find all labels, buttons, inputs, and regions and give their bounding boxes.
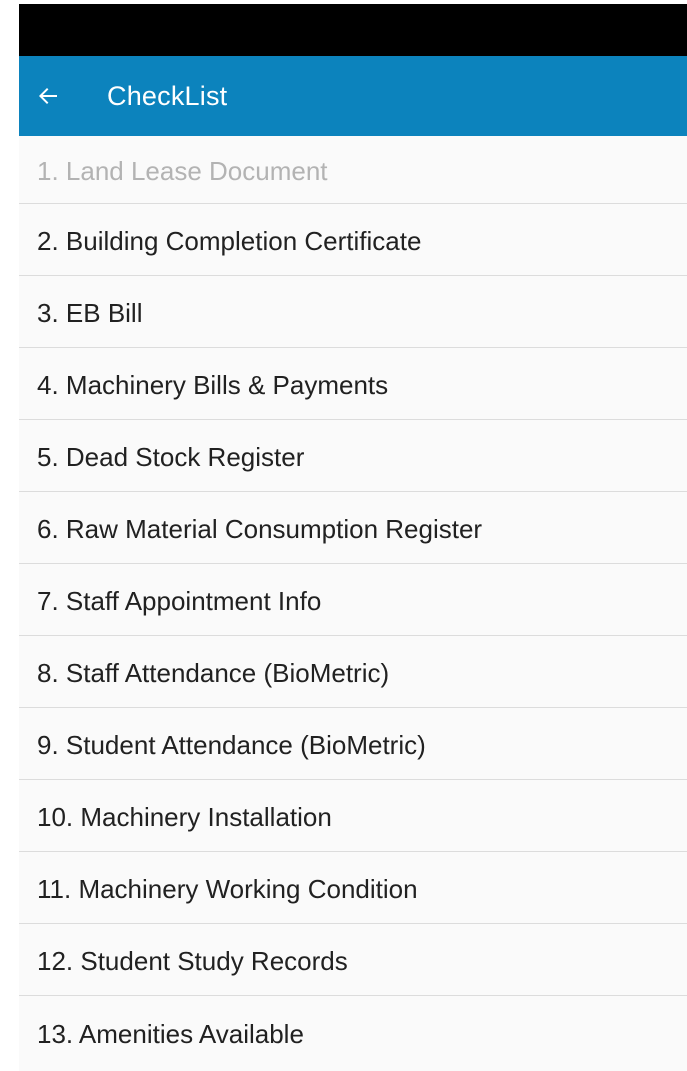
- list-item: 1. Land Lease Document: [19, 136, 687, 204]
- list-item[interactable]: 12. Student Study Records: [19, 924, 687, 996]
- list-item[interactable]: 2. Building Completion Certificate: [19, 204, 687, 276]
- list-item-label: 6. Raw Material Consumption Register: [37, 514, 483, 544]
- list-item[interactable]: 9. Student Attendance (BioMetric): [19, 708, 687, 780]
- list-item-label: 7. Staff Appointment Info: [37, 586, 322, 616]
- checklist: 1. Land Lease Document 2. Building Compl…: [19, 136, 687, 1068]
- app-bar: CheckList: [19, 56, 687, 136]
- list-item[interactable]: 7. Staff Appointment Info: [19, 564, 687, 636]
- list-item[interactable]: 10. Machinery Installation: [19, 780, 687, 852]
- list-item-label: 4. Machinery Bills & Payments: [37, 370, 389, 400]
- page-title: CheckList: [107, 80, 228, 111]
- list-item-label: 10. Machinery Installation: [37, 802, 332, 832]
- list-item[interactable]: 4. Machinery Bills & Payments: [19, 348, 687, 420]
- back-button[interactable]: [19, 56, 77, 136]
- list-item[interactable]: 5. Dead Stock Register: [19, 420, 687, 492]
- list-item[interactable]: 3. EB Bill: [19, 276, 687, 348]
- list-item-label: 3. EB Bill: [37, 298, 143, 328]
- list-item[interactable]: 6. Raw Material Consumption Register: [19, 492, 687, 564]
- list-item-label: 1. Land Lease Document: [37, 156, 328, 186]
- phone-screen: CheckList 1. Land Lease Document 2. Buil…: [19, 4, 687, 1071]
- list-item[interactable]: 11. Machinery Working Condition: [19, 852, 687, 924]
- arrow-left-icon: [36, 84, 60, 108]
- status-bar: [19, 4, 687, 56]
- list-item[interactable]: 13. Amenities Available: [19, 996, 687, 1068]
- list-item-label: 12. Student Study Records: [37, 946, 348, 976]
- list-item-label: 8. Staff Attendance (BioMetric): [37, 658, 390, 688]
- list-item-label: 2. Building Completion Certificate: [37, 226, 422, 256]
- list-item-label: 9. Student Attendance (BioMetric): [37, 730, 426, 760]
- list-item[interactable]: 8. Staff Attendance (BioMetric): [19, 636, 687, 708]
- list-item-label: 13. Amenities Available: [37, 1018, 304, 1049]
- list-item-label: 11. Machinery Working Condition: [37, 874, 418, 904]
- list-item-label: 5. Dead Stock Register: [37, 442, 305, 472]
